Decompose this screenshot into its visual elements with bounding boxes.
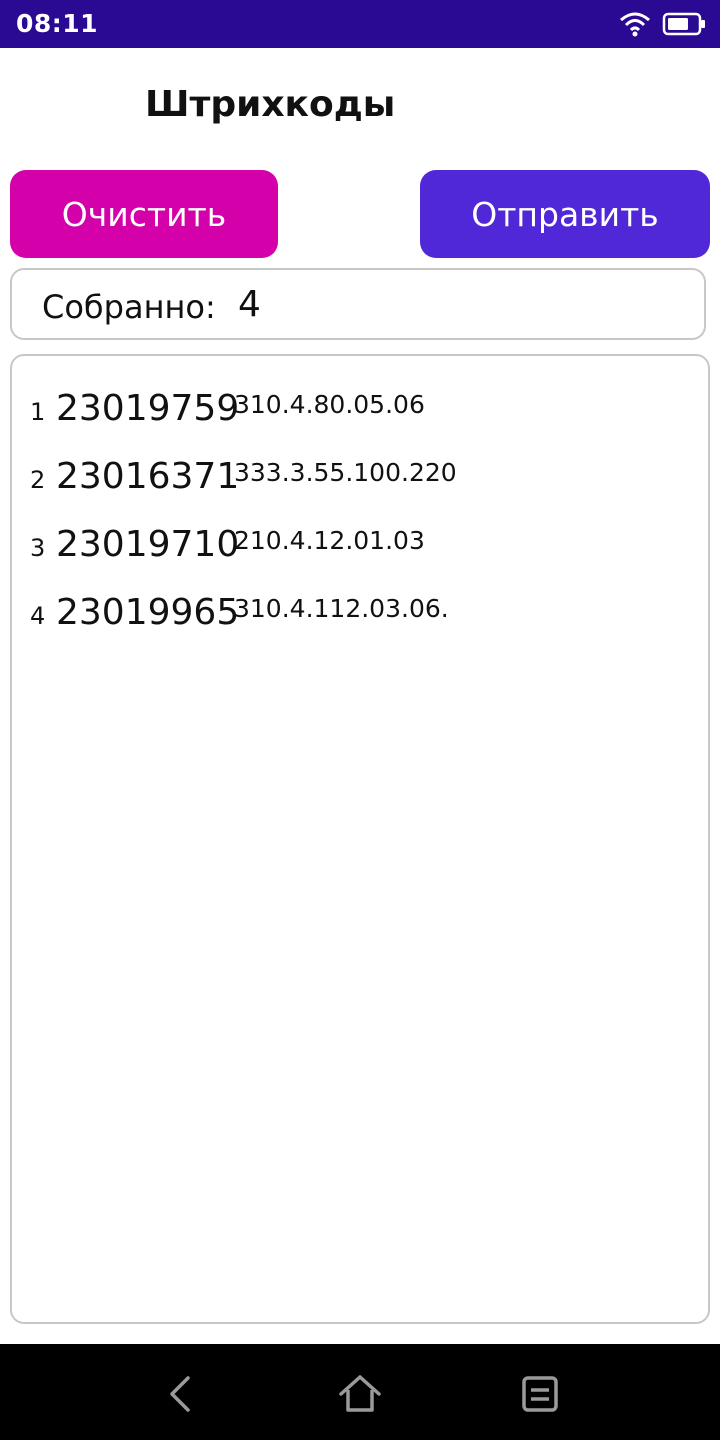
list-item[interactable]: 3 23019710 210.4.12.01.03 bbox=[30, 506, 690, 566]
home-icon[interactable] bbox=[338, 1372, 382, 1416]
item-detail: 333.3.55.100.220 bbox=[234, 458, 457, 487]
list-item[interactable]: 2 23016371 333.3.55.100.220 bbox=[30, 438, 690, 498]
item-detail: 310.4.112.03.06. bbox=[234, 594, 449, 623]
counter-value: 4 bbox=[238, 284, 261, 325]
back-icon[interactable] bbox=[160, 1372, 204, 1416]
navigation-bar bbox=[0, 1344, 720, 1440]
item-index: 4 bbox=[30, 602, 46, 630]
list-item[interactable]: 1 23019759 310.4.80.05.06 bbox=[30, 370, 690, 430]
collected-counter: Собранно: 4 bbox=[10, 268, 706, 340]
item-index: 1 bbox=[30, 398, 46, 426]
barcode-list[interactable]: 1 23019759 310.4.80.05.06 2 23016371 333… bbox=[10, 354, 710, 1324]
item-barcode: 23019710 bbox=[56, 524, 240, 565]
status-time: 08:11 bbox=[16, 9, 99, 38]
counter-label: Собранно: bbox=[42, 288, 216, 326]
item-index: 2 bbox=[30, 466, 46, 494]
battery-icon bbox=[662, 11, 706, 37]
status-icons bbox=[618, 10, 706, 38]
item-index: 3 bbox=[30, 534, 46, 562]
item-barcode: 23016371 bbox=[56, 456, 240, 497]
menu-icon[interactable] bbox=[518, 1372, 562, 1416]
screen: 08:11 Штрихкоды Очистить Отправить Собра… bbox=[0, 0, 720, 1440]
item-detail: 210.4.12.01.03 bbox=[234, 526, 425, 555]
item-barcode: 23019759 bbox=[56, 388, 240, 429]
item-detail: 310.4.80.05.06 bbox=[234, 390, 425, 419]
send-button[interactable]: Отправить bbox=[420, 170, 710, 258]
status-bar: 08:11 bbox=[0, 0, 720, 48]
clear-button[interactable]: Очистить bbox=[10, 170, 278, 258]
page-title: Штрихкоды bbox=[145, 84, 396, 125]
wifi-icon bbox=[618, 10, 652, 38]
list-item[interactable]: 4 23019965 310.4.112.03.06. bbox=[30, 574, 690, 634]
item-barcode: 23019965 bbox=[56, 592, 240, 633]
